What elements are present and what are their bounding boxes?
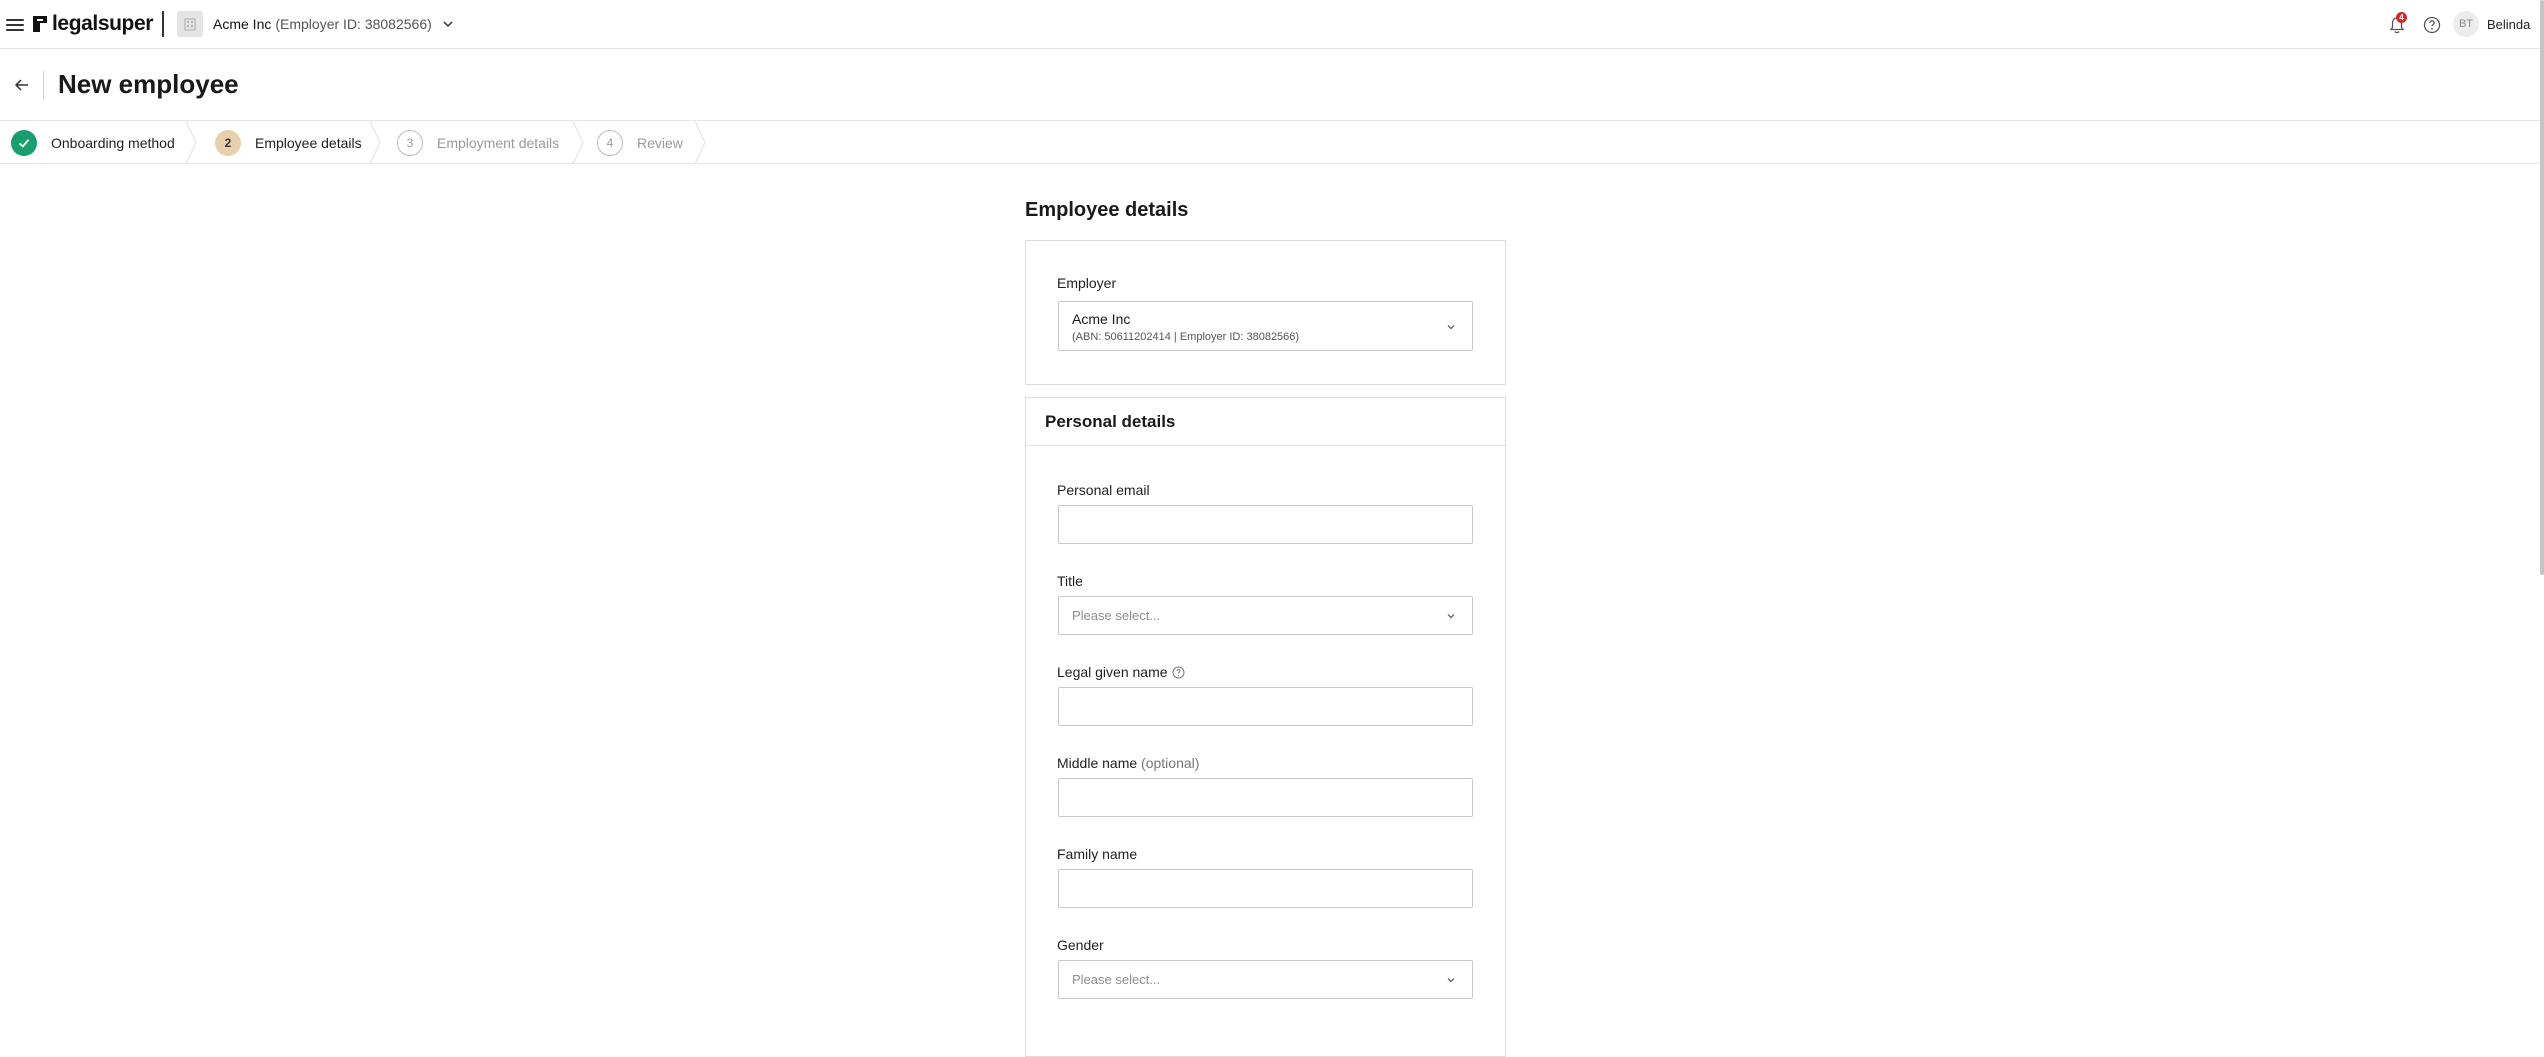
top-bar: legalsuper Acme Inc (Employer ID: 380825… (0, 0, 2544, 49)
employer-select[interactable]: Acme Inc (ABN: 50611202414 | Employer ID… (1058, 301, 1473, 351)
middle-name-label: Middle name (optional) (1057, 755, 1199, 771)
topbar-divider (162, 11, 164, 37)
user-name[interactable]: Belinda (2487, 17, 2530, 32)
progress-stepper: Onboarding method 2 Employee details 3 E… (0, 121, 2544, 164)
help-icon[interactable] (2422, 15, 2442, 35)
building-icon (177, 11, 203, 37)
title-label: Title (1057, 573, 1083, 589)
step-separator-icon (369, 121, 381, 164)
employer-selected-name: Acme Inc (1072, 311, 1131, 327)
logo-mark-icon (33, 16, 47, 32)
personal-details-header: Personal details (1026, 398, 1505, 446)
employer-selected-detail: (ABN: 50611202414 | Employer ID: 3808256… (1072, 331, 1300, 343)
gender-select[interactable]: Please select... (1058, 960, 1473, 999)
employer-id: (Employer ID: 38082566) (275, 16, 432, 32)
info-icon[interactable] (1172, 666, 1185, 679)
employer-card: Employer Acme Inc (ABN: 50611202414 | Em… (1025, 240, 1506, 385)
step-label: Onboarding method (51, 134, 175, 151)
page-scrollbar[interactable] (2540, 0, 2544, 575)
email-label: Personal email (1057, 482, 1150, 498)
chevron-down-icon (1447, 614, 1455, 619)
step-separator-icon (694, 121, 706, 164)
logo[interactable]: legalsuper (31, 11, 153, 37)
employer-name: Acme Inc (213, 16, 272, 32)
middle-name-input[interactable] (1058, 778, 1473, 817)
family-name-label: Family name (1057, 846, 1138, 862)
notification-badge: 4 (2396, 12, 2407, 23)
step-employment-details[interactable]: 3 Employment details (397, 121, 559, 164)
employer-switcher[interactable]: Acme Inc (Employer ID: 38082566) (177, 11, 454, 37)
title-placeholder: Please select... (1072, 608, 1161, 623)
step-separator-icon (572, 121, 584, 164)
legal-given-name-input[interactable] (1058, 687, 1473, 726)
page-title: New employee (58, 69, 239, 99)
step-label: Employment details (437, 134, 560, 151)
menu-icon[interactable] (6, 16, 24, 32)
step-number: 4 (597, 129, 623, 156)
section-title: Employee details (1025, 199, 1189, 221)
step-onboarding-method[interactable]: Onboarding method (11, 121, 175, 164)
employer-label: Employer (1057, 275, 1117, 291)
personal-email-input[interactable] (1058, 505, 1473, 544)
back-arrow-icon[interactable] (13, 76, 31, 94)
given-name-label: Legal given name (1057, 664, 1185, 680)
optional-tag: (optional) (1141, 755, 1200, 771)
avatar[interactable]: BT (2453, 11, 2479, 37)
family-name-input[interactable] (1058, 869, 1473, 908)
logo-text: legalsuper (52, 12, 154, 35)
given-name-label-text: Legal given name (1057, 664, 1168, 680)
step-review[interactable]: 4 Review (597, 121, 683, 164)
checkmark-icon (11, 129, 37, 156)
step-label: Employee details (255, 134, 362, 151)
header-divider (43, 71, 44, 99)
title-select[interactable]: Please select... (1058, 596, 1473, 635)
step-label: Review (637, 134, 683, 151)
step-employee-details[interactable]: 2 Employee details (215, 121, 362, 164)
step-number: 2 (215, 129, 241, 156)
chevron-down-icon (443, 21, 453, 28)
gender-placeholder: Please select... (1072, 972, 1161, 987)
step-number: 3 (397, 129, 423, 156)
page-header: New employee (0, 49, 2544, 121)
personal-details-card: Personal details Personal email Title Pl… (1025, 397, 1506, 1057)
middle-name-label-text: Middle name (1057, 755, 1138, 771)
step-separator-icon (185, 121, 197, 164)
gender-label: Gender (1057, 937, 1104, 953)
chevron-down-icon (1447, 325, 1455, 330)
chevron-down-icon (1447, 978, 1455, 983)
